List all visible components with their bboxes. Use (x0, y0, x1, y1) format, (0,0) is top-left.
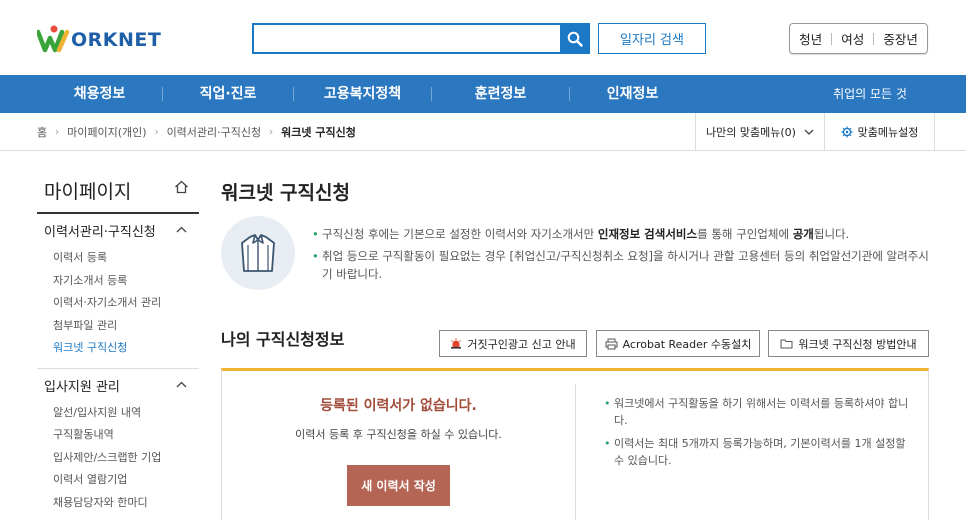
sidebar-item-cover-letter-register[interactable]: 자기소개서 등록 (37, 270, 199, 293)
divider (873, 32, 875, 45)
false-job-ad-report-button[interactable]: 거짓구인광고 신고 안내 (439, 330, 587, 357)
section-title: 나의 구직신청정보 (221, 330, 345, 349)
chevron-right-icon: › (154, 126, 159, 138)
sidebar-group-resume: 이력서관리·구직신청 이력서 등록 자기소개서 등록 이력서·자기소개서 관리 … (37, 214, 199, 369)
breadcrumb-current: 워크넷 구직신청 (281, 126, 356, 139)
divider (831, 32, 833, 45)
notice-item: 구직신청 후에는 기본으로 설정한 이력서와 자기소개서만 인재정보 검색서비스… (312, 225, 932, 243)
job-search-button[interactable]: 일자리 검색 (598, 23, 706, 54)
logo-w-mark (37, 25, 70, 53)
sidebar-group-applications: 입사지원 관리 알선/입사지원 내역 구직활동내역 입사제안/스크랩한 기업 이… (37, 369, 199, 520)
sidebar-item-job-application[interactable]: 워크넷 구직신청 (37, 337, 199, 360)
worknet-logo[interactable]: ORKNET (37, 24, 162, 54)
menu-setting-label: 맞춤메뉴설정 (857, 126, 919, 139)
gear-icon (841, 126, 853, 138)
shirt-icon (241, 234, 275, 272)
application-status-box: 등록된 이력서가 없습니다. 이력서 등록 후 구직신청을 하실 수 있습니다.… (221, 368, 929, 520)
sidebar-header: 마이페이지 (37, 171, 199, 214)
application-guide-button[interactable]: 워크넷 구직신청 방법안내 (768, 330, 929, 357)
audience-switcher: 청년 여성 중장년 (789, 23, 928, 54)
menu-setting-button[interactable]: 맞춤메뉴설정 (825, 113, 935, 151)
new-resume-button[interactable]: 새 이력서 작성 (347, 465, 450, 506)
nav-all-about-jobs[interactable]: 취업의 모든 것 (815, 75, 925, 113)
nav-item-talent[interactable]: 인재정보 (570, 75, 695, 113)
nav-item-career[interactable]: 직업·진로 (163, 75, 293, 113)
chevron-up-icon (176, 381, 187, 387)
search-input[interactable] (252, 23, 562, 54)
chevron-right-icon: › (55, 126, 60, 138)
shirt-illustration (221, 216, 295, 290)
button-label: Acrobat Reader 수동설치 (622, 337, 752, 351)
sidebar-item-job-activity[interactable]: 구직활동내역 (37, 424, 199, 447)
note-item: 워크넷에서 구직활동을 하기 위해서는 이력서를 등록하셔야 합니다. (604, 395, 909, 429)
divider (575, 384, 576, 520)
siren-icon (451, 338, 462, 349)
sidebar-group-label: 입사지원 관리 (44, 379, 120, 395)
breadcrumb-home[interactable]: 홈 (37, 124, 47, 140)
page-title: 워크넷 구직신청 (221, 182, 350, 204)
site-header: ORKNET 일자리 검색 청년 여성 중장년 (0, 0, 966, 75)
logo-text: ORKNET (71, 29, 162, 51)
sidebar-item-application-history[interactable]: 알선/입사지원 내역 (37, 402, 199, 425)
sidebar-item-attachments[interactable]: 첨부파일 관리 (37, 315, 199, 338)
folder-icon (780, 339, 793, 349)
nav-item-training[interactable]: 훈련정보 (432, 75, 569, 113)
nav-item-jobs[interactable]: 채용정보 (37, 75, 162, 113)
sidebar-group-head[interactable]: 입사지원 관리 (37, 378, 199, 402)
breadcrumb-mypage[interactable]: 마이페이지(개인) (67, 124, 146, 140)
sidebar-item-resume-management[interactable]: 이력서·자기소개서 관리 (37, 292, 199, 315)
chevron-right-icon: › (269, 126, 274, 138)
sidebar-item-resume-register[interactable]: 이력서 등록 (37, 247, 199, 270)
button-label: 워크넷 구직신청 방법안내 (798, 337, 917, 351)
note-item: 이력서는 최대 5개까지 등록가능하며, 기본이력서를 1개 설정할 수 있습니… (604, 435, 909, 469)
search-icon (567, 31, 583, 47)
breadcrumb-bar: 홈 › 마이페이지(개인) › 이력서관리·구직신청 › 워크넷 구직신청 나만… (0, 113, 966, 151)
audience-middle-aged[interactable]: 중장년 (883, 29, 918, 48)
audience-women[interactable]: 여성 (841, 29, 864, 48)
no-resume-message: 등록된 이력서가 없습니다. (320, 398, 477, 414)
sidebar-group-label: 이력서관리·구직신청 (44, 225, 156, 240)
my-menu-label: 나만의 맞춤메뉴(0) (706, 126, 796, 139)
breadcrumb: 홈 › 마이페이지(개인) › 이력서관리·구직신청 › 워크넷 구직신청 (37, 113, 356, 151)
sidebar-group-head[interactable]: 이력서관리·구직신청 (37, 223, 199, 247)
sidebar-item-resume-viewers[interactable]: 이력서 열람기업 (37, 469, 199, 492)
audience-youth[interactable]: 청년 (799, 29, 822, 48)
resume-notes: 워크넷에서 구직활동을 하기 위해서는 이력서를 등록하셔야 합니다. 이력서는… (604, 395, 909, 475)
acrobat-install-button[interactable]: Acrobat Reader 수동설치 (596, 330, 760, 357)
search-button[interactable] (560, 23, 590, 54)
nav-item-welfare[interactable]: 고용복지정책 (294, 75, 431, 113)
sidebar: 마이페이지 이력서관리·구직신청 이력서 등록 자기소개서 등록 이력서·자기소… (37, 171, 199, 520)
printer-icon (605, 338, 618, 349)
my-menu-dropdown[interactable]: 나만의 맞춤메뉴(0) (695, 113, 825, 151)
main-nav: 채용정보 직업·진로 고용복지정책 훈련정보 인재정보 취업의 모든 것 (0, 75, 966, 113)
home-icon[interactable] (174, 180, 189, 194)
sidebar-item-recruiter-chat[interactable]: 채용담당자와 한마디 (37, 492, 199, 515)
chevron-up-icon (176, 226, 187, 233)
sidebar-item-offers-scraps[interactable]: 입사제안/스크랩한 기업 (37, 447, 199, 470)
button-label: 거짓구인광고 신고 안내 (467, 337, 576, 351)
no-resume-description: 이력서 등록 후 구직신청을 하실 수 있습니다. (295, 428, 502, 441)
breadcrumb-resume-management[interactable]: 이력서관리·구직신청 (167, 124, 262, 140)
notice-item: 취업 등으로 구직활동이 필요없는 경우 [취업신고/구직신청취소 요청]을 하… (312, 247, 932, 283)
chevron-down-icon (804, 129, 814, 135)
sidebar-title: 마이페이지 (44, 181, 132, 203)
notice-list: 구직신청 후에는 기본으로 설정한 이력서와 자기소개서만 인재정보 검색서비스… (312, 225, 932, 287)
